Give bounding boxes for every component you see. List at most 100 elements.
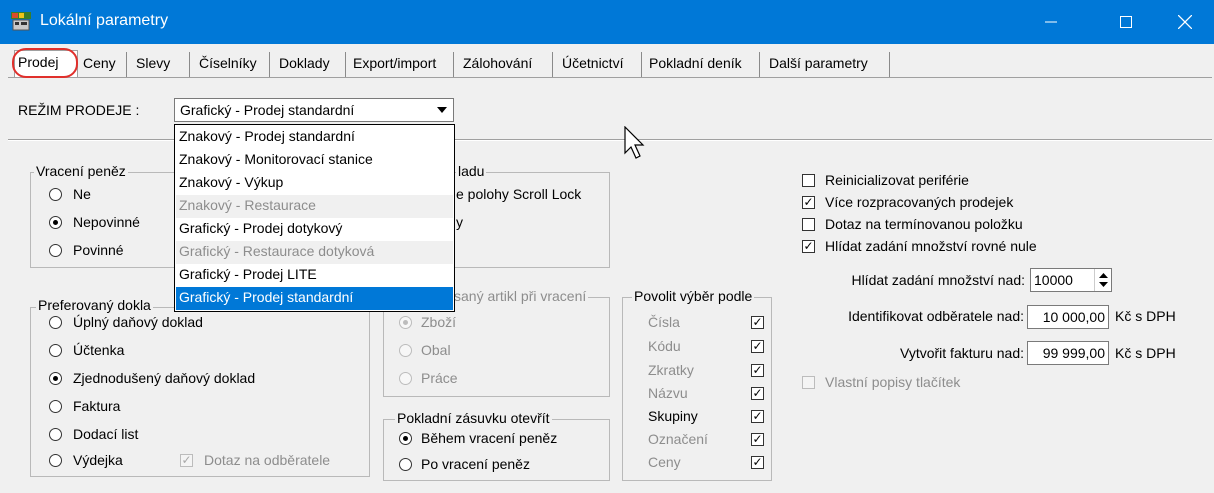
doklad-zjednoduseny-radio[interactable]: Zjednodušený daňový doklad: [49, 370, 309, 390]
povolit-checkbox[interactable]: ✓: [751, 387, 764, 400]
checkbox[interactable]: [802, 376, 815, 389]
artikl-obal-radio[interactable]: Obal: [399, 342, 549, 362]
radio-button[interactable]: [399, 372, 412, 385]
checkbox[interactable]: ✓: [802, 240, 815, 253]
tab-zalohovani[interactable]: Zálohování: [460, 52, 553, 77]
radio-label: Během vracení peněz: [421, 430, 558, 446]
tab-export-import[interactable]: Export/import: [350, 52, 454, 77]
radio-label: Ne: [73, 186, 91, 202]
doklad-dodaci-list-radio[interactable]: Dodací list: [49, 426, 249, 446]
artikl-zbozi-radio[interactable]: Zboží: [399, 314, 549, 334]
minimize-button[interactable]: [1022, 0, 1080, 44]
vraceni-group-title: Vracení peněz: [34, 163, 128, 179]
mnozstvi-nad-stepper[interactable]: 10000: [1030, 268, 1112, 292]
tab-ceny[interactable]: Ceny: [80, 52, 127, 77]
povolit-label: Čísla: [648, 314, 680, 330]
radio-label: Zboží: [421, 314, 457, 330]
doklad-faktura-radio[interactable]: Faktura: [49, 398, 249, 418]
odberatel-nad-label: Identifikovat odběratele nad:: [848, 308, 1024, 324]
povolit-label: Kódu: [648, 338, 681, 354]
mode-combobox-button[interactable]: [432, 100, 452, 120]
povolit-checkbox[interactable]: ✓: [751, 364, 764, 377]
tab-border: [8, 77, 1212, 78]
tab-dalsi-parametry[interactable]: Další parametry: [766, 52, 890, 77]
artikl-prace-radio[interactable]: Práce: [399, 370, 549, 390]
povolit-checkbox[interactable]: ✓: [751, 340, 764, 353]
doklad-vydejka-radio[interactable]: Výdejka: [49, 452, 169, 472]
radio-button[interactable]: [49, 454, 62, 467]
radio-button[interactable]: [49, 344, 62, 357]
radio-label: Dodací list: [73, 426, 139, 442]
radio-label: Obal: [421, 342, 451, 358]
vraceni-povinne-radio[interactable]: Povinné: [49, 242, 169, 262]
odberatel-nad-input[interactable]: 10 000,00: [1027, 305, 1109, 329]
mode-option-selected[interactable]: Grafický - Prodej standardní: [176, 287, 453, 310]
doklad-uplny-radio[interactable]: Úplný daňový doklad: [49, 314, 249, 334]
radio-label: Výdejka: [73, 452, 123, 468]
radio-button[interactable]: [49, 372, 62, 385]
spin-up-down-icon: [1099, 273, 1108, 287]
tab-ucetnictvi[interactable]: Účetnictví: [559, 52, 642, 77]
preferovany-group-title: Preferovaný dokla: [36, 297, 153, 313]
mnozstvi-nula-checkbox[interactable]: ✓ Hlídat zadání množství rovné nule: [802, 238, 1122, 258]
tab-doklady[interactable]: Doklady: [276, 52, 346, 77]
mode-option[interactable]: Grafický - Prodej LITE: [176, 264, 453, 287]
tab-slevy[interactable]: Slevy: [133, 52, 190, 77]
annotation-circle: [12, 48, 78, 78]
mode-combobox[interactable]: Grafický - Prodej standardní: [174, 98, 454, 122]
vraceni-nepovinne-radio[interactable]: Nepovinné: [49, 214, 169, 234]
checkbox[interactable]: [802, 218, 815, 231]
mnozstvi-nad-label: Hlídat zadání množství nad:: [851, 272, 1025, 288]
mode-option[interactable]: Grafický - Prodej dotykový: [176, 218, 453, 241]
radio-button[interactable]: [399, 344, 412, 357]
povolit-label: Zkratky: [648, 362, 694, 378]
povolit-checkbox[interactable]: ✓: [751, 456, 764, 469]
zasuvka-po-radio[interactable]: Po vracení peněz: [399, 456, 599, 476]
checkbox-label: Vlastní popisy tlačítek: [825, 374, 961, 390]
radio-button[interactable]: [49, 244, 62, 257]
checkbox[interactable]: [802, 174, 815, 187]
doklad-uctenka-radio[interactable]: Účtenka: [49, 342, 249, 362]
tab-pokladni-denik[interactable]: Pokladní deník: [646, 52, 760, 77]
zasuvka-behem-radio[interactable]: Během vracení peněz: [399, 430, 599, 450]
faktura-nad-label: Vytvořit fakturu nad:: [900, 345, 1024, 361]
dotaz-odberatele-checkbox[interactable]: ✓ Dotaz na odběratele: [180, 452, 355, 472]
povolit-label: Ceny: [648, 454, 681, 470]
radio-button[interactable]: [49, 316, 62, 329]
close-button[interactable]: [1156, 0, 1214, 44]
radio-button[interactable]: [399, 432, 412, 445]
reinicializovat-checkbox[interactable]: Reinicializovat periférie: [802, 172, 1102, 192]
tab-ciselniky[interactable]: Číselníky: [196, 52, 270, 77]
radio-button[interactable]: [399, 316, 412, 329]
mode-option[interactable]: Znakový - Monitorovací stanice: [176, 149, 453, 172]
mouse-cursor-icon: [624, 126, 645, 159]
radio-label: Úplný daňový doklad: [73, 314, 203, 330]
mode-option[interactable]: Znakový - Restaurace: [176, 195, 453, 218]
terminovana-polozka-checkbox[interactable]: Dotaz na termínovanou položku: [802, 216, 1102, 236]
radio-button[interactable]: [399, 458, 412, 471]
checkbox-label: Dotaz na odběratele: [204, 452, 331, 468]
checkbox-label: Reinicializovat periférie: [825, 172, 969, 188]
faktura-nad-input[interactable]: 99 999,00: [1027, 341, 1109, 365]
artikl-group-title: saný artikl při vracení: [452, 288, 589, 304]
maximize-button[interactable]: [1097, 0, 1155, 44]
checkbox[interactable]: ✓: [180, 454, 193, 467]
radio-button[interactable]: [49, 216, 62, 229]
radio-button[interactable]: [49, 188, 62, 201]
mode-option[interactable]: Grafický - Restaurace dotyková: [176, 241, 453, 264]
povolit-checkbox[interactable]: ✓: [751, 433, 764, 446]
checkbox[interactable]: ✓: [802, 196, 815, 209]
mode-option[interactable]: Znakový - Výkup: [176, 172, 453, 195]
radio-button[interactable]: [49, 400, 62, 413]
title-bar: Lokální parametry: [0, 0, 1214, 44]
vraceni-ne-radio[interactable]: Ne: [49, 186, 169, 206]
vice-prodejek-checkbox[interactable]: ✓ Více rozpracovaných prodejek: [802, 194, 1102, 214]
povolit-checkbox[interactable]: ✓: [751, 410, 764, 423]
scroll-lock-option-label: e polohy Scroll Lock: [456, 186, 582, 202]
scroll-lock-group-title: ladu: [456, 163, 487, 179]
checkbox-label: Dotaz na termínovanou položku: [825, 216, 1023, 232]
spin-buttons[interactable]: [1094, 269, 1111, 291]
vlastni-popisy-checkbox[interactable]: Vlastní popisy tlačítek: [802, 374, 1022, 394]
mode-option[interactable]: Znakový - Prodej standardní: [176, 126, 453, 149]
radio-button[interactable]: [49, 428, 62, 441]
